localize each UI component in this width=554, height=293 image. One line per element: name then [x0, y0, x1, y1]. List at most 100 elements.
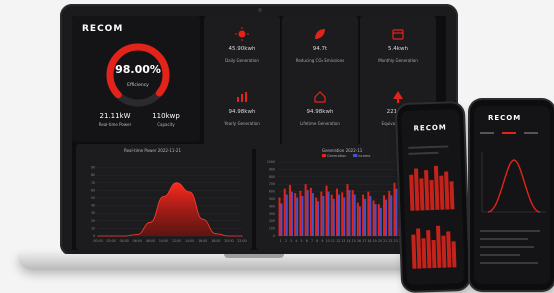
y-tick-label: 0 — [93, 234, 95, 238]
bar-generation — [377, 204, 380, 236]
x-tick-label: 20:00 — [224, 239, 233, 243]
bar-generation — [372, 200, 375, 236]
phone-right-line — [480, 254, 520, 256]
phone-right-tab-active — [502, 132, 516, 134]
x-tick-label: 3 — [290, 239, 292, 243]
y-tick-label: 60 — [91, 188, 95, 192]
area-point — [189, 191, 191, 193]
x-tick-label: 14:00 — [185, 239, 194, 243]
x-tick-label: 22:00 — [237, 239, 246, 243]
y-tick-label: 900 — [269, 167, 275, 171]
x-tick-label: 18:00 — [211, 239, 220, 243]
capacity-value: 110kwp — [152, 112, 180, 120]
phone-left-logo: RECOM — [413, 123, 447, 133]
x-tick-label: 04:00 — [120, 239, 129, 243]
y-tick-label: 10 — [91, 226, 95, 230]
stat-label: Yearly Generation — [224, 121, 260, 126]
bar-income — [332, 199, 335, 236]
bar-income — [348, 190, 351, 236]
bar-generation — [309, 187, 312, 236]
x-tick-label: 15 — [352, 239, 356, 243]
efficiency-gauge: 98.00% Efficiency — [102, 39, 174, 111]
phone-right-line — [480, 230, 540, 232]
x-tick-label: 00:00 — [93, 239, 102, 243]
x-tick-label: 4 — [295, 239, 297, 243]
y-tick-label: 200 — [269, 219, 275, 223]
x-tick-label: 6 — [306, 239, 308, 243]
realtime-power-chart-card: Real-time Power 2022-11-21 0 10 20 30 40 50 60… — [76, 144, 252, 250]
area-point — [176, 182, 178, 184]
x-tick-label: 1 — [280, 239, 282, 243]
bar-income — [311, 193, 314, 236]
chart-icon — [235, 89, 249, 103]
stat-value: 94.7t — [312, 46, 328, 52]
bar-income — [327, 191, 330, 236]
x-tick-label: 13 — [341, 239, 345, 243]
leaf-icon — [313, 26, 327, 40]
area-point — [110, 235, 112, 237]
bar-generation — [356, 202, 359, 236]
x-tick-label: 22 — [388, 239, 392, 243]
bar-income — [353, 194, 356, 236]
area-point — [149, 221, 151, 223]
bar-generation — [383, 195, 386, 236]
overview-card: RECOM 98.00% Efficiency 21.11kW Real-tim… — [72, 16, 200, 142]
bar-generation — [330, 194, 333, 236]
bar-generation — [315, 197, 318, 236]
y-tick-label: 400 — [269, 204, 275, 208]
phone-right-curve — [481, 152, 546, 213]
area-point — [123, 235, 125, 237]
bar-income — [301, 196, 304, 236]
y-tick-label: 20 — [91, 219, 95, 223]
bar-income — [296, 197, 299, 236]
realtime-power: 21.11kW Real-time Power — [90, 112, 140, 127]
bar-generation — [299, 190, 302, 236]
bar-income — [390, 195, 393, 236]
y-tick-label: 600 — [269, 190, 275, 194]
area-point — [241, 235, 243, 237]
dashboard-screen: RECOM 98.00% Efficiency 21.11kW Real-tim… — [72, 16, 446, 250]
stat-tile: 94.7t Reducing CO₂ Emissions — [282, 16, 358, 86]
y-tick-label: 100 — [269, 227, 275, 231]
bar-generation — [341, 192, 344, 236]
bar-generation — [294, 193, 297, 236]
y-tick-label: 50 — [91, 196, 95, 200]
x-tick-label: 16 — [357, 239, 361, 243]
y-tick-label: 1000 — [267, 160, 275, 164]
area-point — [97, 235, 99, 237]
bar-generation — [320, 191, 323, 236]
x-tick-label: 08:00 — [146, 239, 155, 243]
phone-right-line — [480, 246, 534, 248]
x-tick-label: 20 — [378, 239, 382, 243]
sun-icon — [235, 26, 249, 41]
phone-right-screen: RECOM — [474, 106, 550, 284]
y-tick-label: 0 — [273, 234, 275, 238]
x-tick-label: 02:00 — [106, 239, 115, 243]
efficiency-label: Efficiency — [127, 83, 149, 88]
phone-right: RECOM — [470, 100, 554, 290]
y-tick-label: 40 — [91, 204, 95, 208]
x-tick-label: 11 — [331, 239, 335, 243]
area-series — [98, 182, 242, 236]
bar-income — [337, 194, 340, 236]
stat-tile: 94.98kwh Yearly Generation — [204, 79, 280, 149]
phone-right-logo: RECOM — [488, 114, 522, 122]
y-tick-label: 90 — [91, 166, 95, 170]
area-point — [162, 195, 164, 197]
stat-tile: 5.4kwh Monthly Generation — [360, 16, 436, 86]
stat-label: Daily Generation — [225, 58, 259, 63]
bar-generation — [278, 197, 281, 236]
stat-label: Lifetime Generation — [300, 121, 340, 126]
y-tick-label: 30 — [91, 211, 95, 215]
x-tick-label: 12 — [336, 239, 340, 243]
y-tick-label: 500 — [269, 197, 275, 201]
y-tick-label: 300 — [269, 212, 275, 216]
brand-logo: RECOM — [82, 24, 124, 34]
phone-left-screen: RECOM — [400, 109, 466, 285]
x-tick-label: 7 — [311, 239, 313, 243]
bar-income — [385, 199, 388, 236]
bar-income — [379, 207, 382, 236]
bar-generation — [393, 182, 396, 236]
realtime-power-label: Real-time Power — [98, 122, 132, 127]
bar-generation — [288, 184, 291, 236]
